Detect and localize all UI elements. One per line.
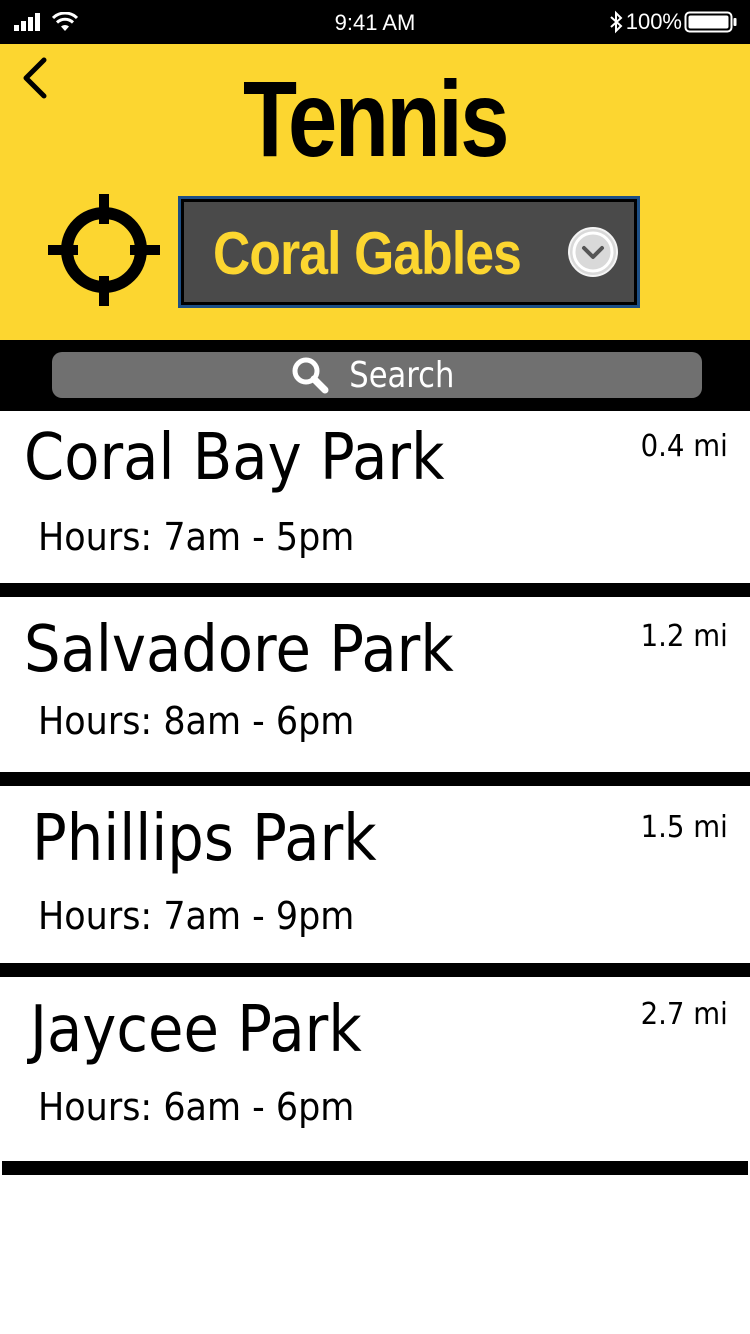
- location-selected-value: Coral Gables: [213, 220, 522, 287]
- list-divider: [0, 772, 750, 786]
- chevron-left-icon: [23, 57, 47, 99]
- park-hours: Hours: 7am - 5pm: [38, 515, 355, 559]
- status-bar: 9:41 AM 100%: [0, 0, 750, 44]
- park-distance: 0.4 mi: [640, 429, 728, 464]
- search-icon: [292, 357, 329, 394]
- crosshair-icon: [48, 194, 160, 306]
- park-distance: 1.5 mi: [640, 810, 728, 845]
- list-item-salvadore-park[interactable]: Salvadore Park 1.2 mi Hours: 8am - 6pm: [0, 597, 750, 773]
- park-hours: Hours: 6am - 6pm: [38, 1085, 355, 1129]
- locate-button[interactable]: [48, 194, 160, 306]
- park-hours: Hours: 8am - 6pm: [38, 699, 355, 743]
- location-dropdown[interactable]: Coral Gables: [178, 196, 640, 308]
- list-item-jaycee-park[interactable]: Jaycee Park 2.7 mi Hours: 6am - 6pm: [0, 977, 750, 1161]
- bluetooth-icon: [610, 10, 623, 34]
- battery-icon: [684, 11, 737, 33]
- park-distance: 2.7 mi: [640, 997, 728, 1032]
- chevron-down-circle-icon: [568, 227, 618, 277]
- park-name: Jaycee Park: [30, 993, 362, 1067]
- page-title: Tennis: [242, 58, 510, 179]
- park-name: Salvadore Park: [24, 613, 454, 687]
- list-item-phillips-park[interactable]: Phillips Park 1.5 mi Hours: 7am - 9pm: [0, 786, 750, 963]
- list-divider: [0, 583, 750, 597]
- search-placeholder: Search: [349, 354, 455, 396]
- status-right: 100%: [608, 0, 738, 44]
- list-divider: [0, 963, 750, 977]
- park-name: Phillips Park: [32, 802, 377, 876]
- list-divider: [2, 1161, 748, 1175]
- back-button[interactable]: [16, 56, 56, 100]
- park-distance: 1.2 mi: [640, 619, 728, 654]
- header: Tennis Coral Gables: [0, 44, 750, 340]
- search-bar: Search: [0, 340, 750, 411]
- list-item-coral-bay-park[interactable]: Coral Bay Park 0.4 mi Hours: 7am - 5pm: [0, 411, 750, 583]
- battery-percentage: 100%: [625, 9, 682, 34]
- park-name: Coral Bay Park: [24, 421, 445, 495]
- park-hours: Hours: 7am - 9pm: [38, 894, 355, 938]
- search-input[interactable]: Search: [52, 352, 702, 398]
